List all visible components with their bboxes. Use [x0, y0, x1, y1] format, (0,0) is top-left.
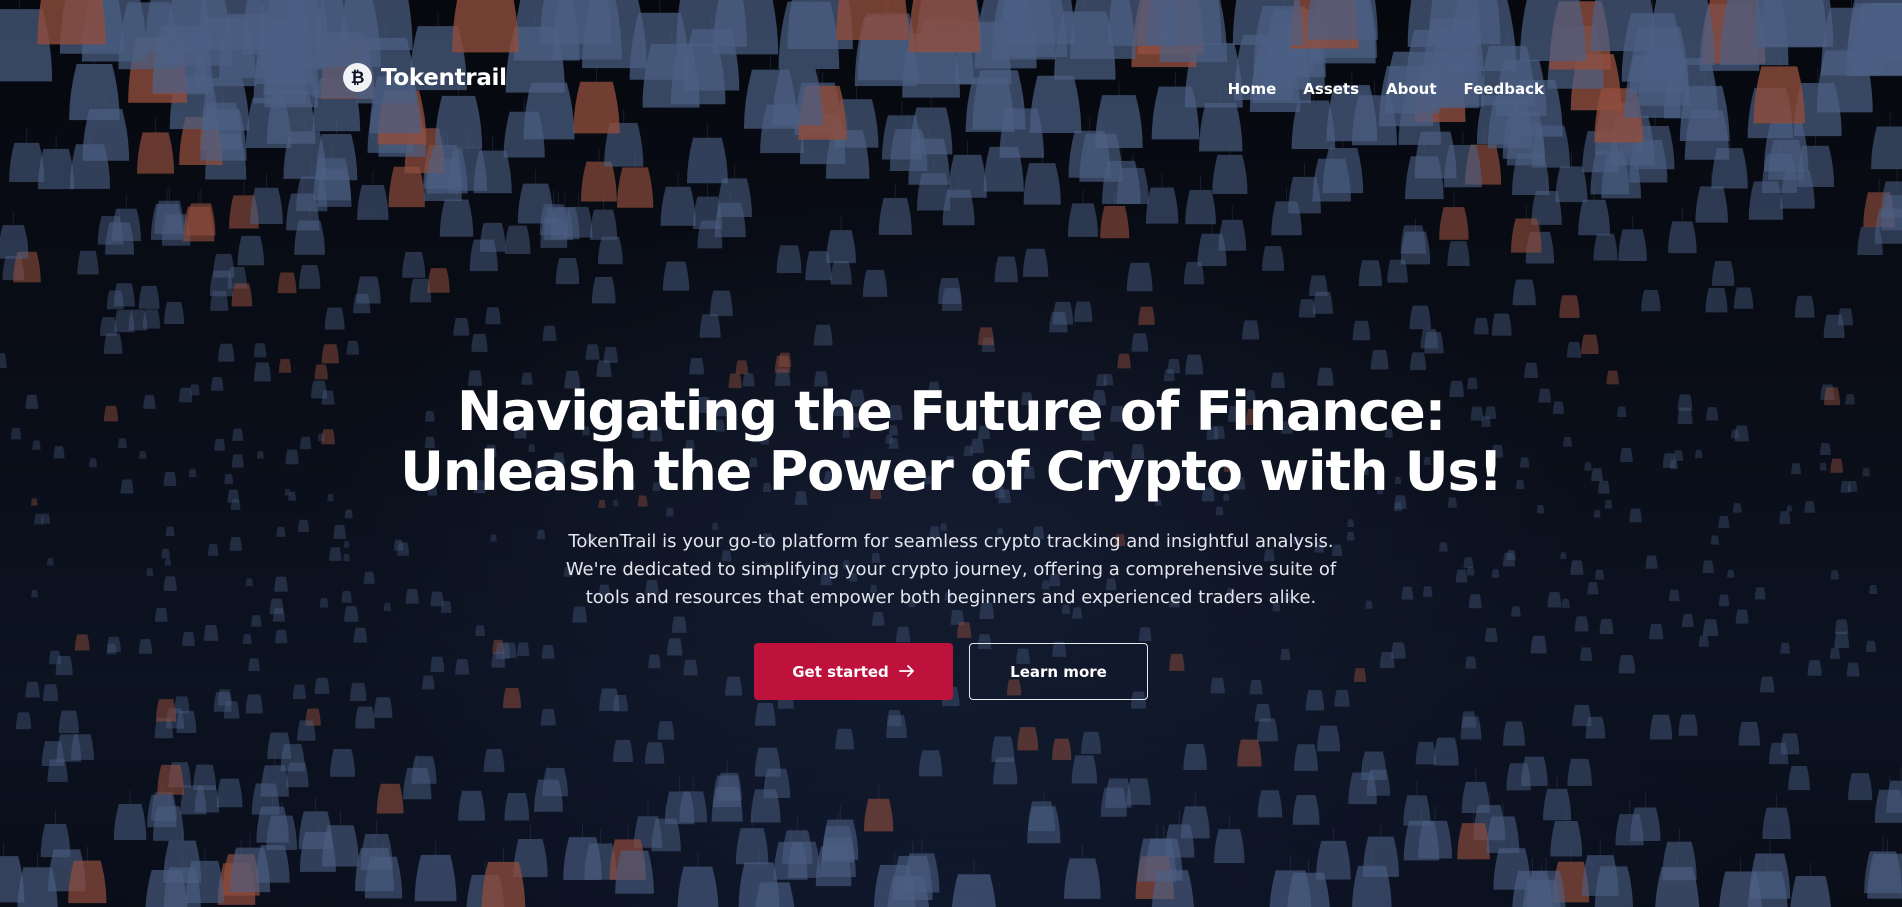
arrow-right-icon [898, 663, 915, 681]
main-nav: Home Assets About Feedback [1228, 80, 1544, 98]
hero-headline: Navigating the Future of Finance: Unleas… [400, 380, 1503, 503]
nav-about-link[interactable]: About [1386, 80, 1437, 98]
svg-text:₿: ₿ [351, 68, 365, 88]
brand-logo[interactable]: ₿ Tokentrail [343, 63, 507, 92]
bitcoin-icon: ₿ [343, 63, 372, 92]
hero-description: TokenTrail is your go-to platform for se… [565, 531, 1337, 608]
learn-more-button[interactable]: Learn more [969, 643, 1148, 700]
hero-section: ₿ Tokentrail Home Assets About Feedback … [0, 0, 1902, 907]
nav-assets-link[interactable]: Assets [1303, 80, 1359, 98]
brand-name: Tokentrail [381, 64, 507, 91]
get-started-label: Get started [792, 662, 889, 681]
nav-home-link[interactable]: Home [1228, 80, 1277, 98]
nav-feedback-link[interactable]: Feedback [1464, 80, 1544, 98]
get-started-button[interactable]: Get started [754, 643, 953, 700]
